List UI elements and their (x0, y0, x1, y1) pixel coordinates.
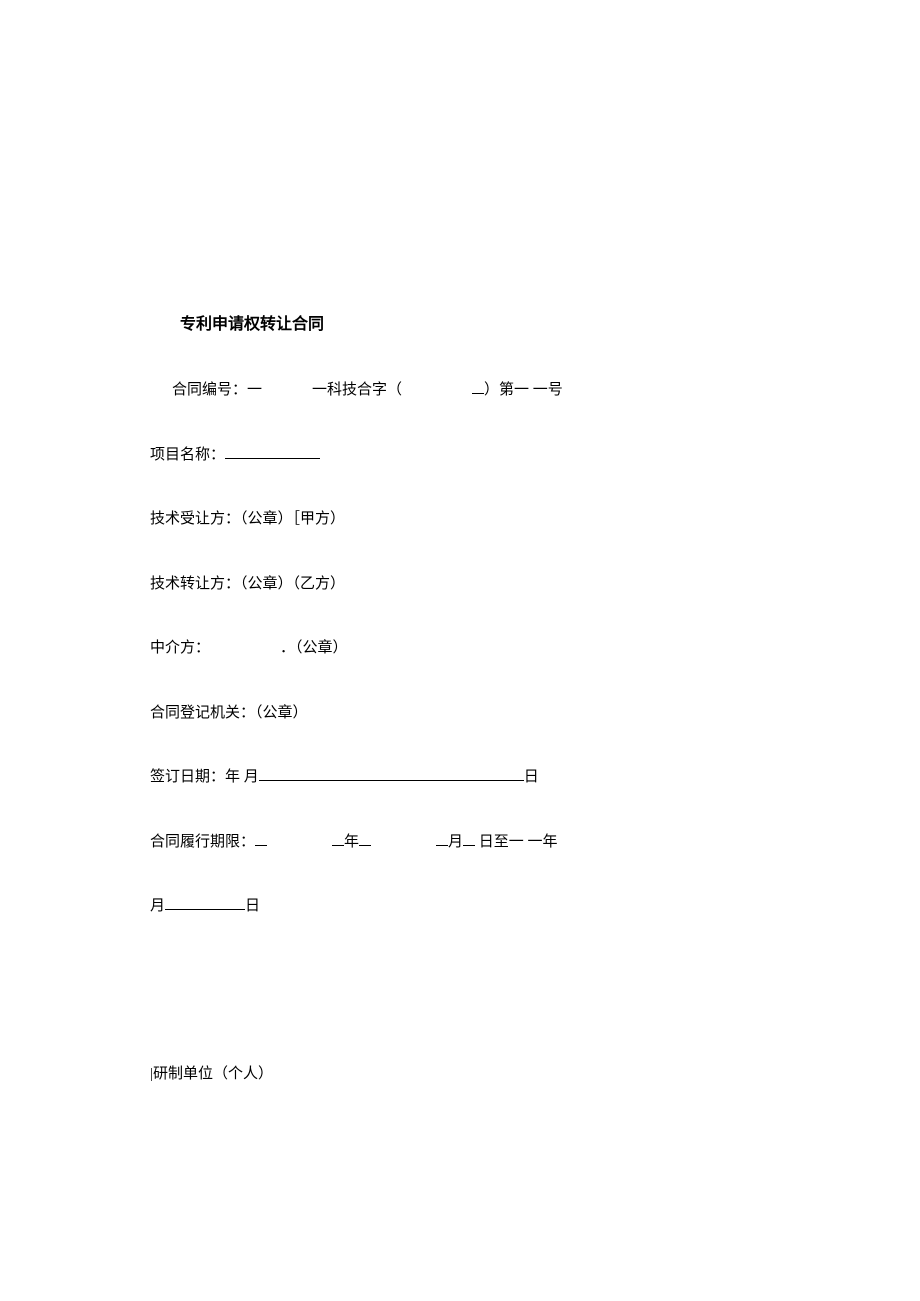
assignor-text: 技术转让方：（公章）（乙方） (150, 576, 345, 592)
footer-text: |研制单位（个人） (150, 1066, 273, 1082)
intermediary-suffix: ．（公章） (280, 640, 348, 656)
registration-text: 合同登记机关：（公章） (150, 705, 308, 721)
contract-no-prefix: 合同编号：一 (172, 382, 262, 398)
term-prefix: 合同履行期限： (150, 834, 255, 850)
term-month: 月 (448, 834, 463, 850)
contract-no-mid: 一科技合字（ (312, 382, 402, 398)
intermediary-prefix: 中介方： (150, 640, 210, 656)
sign-date-suffix: 日 (524, 769, 539, 785)
contract-no-suffix: ）第一 一号 (484, 382, 563, 398)
sign-date-line: 签订日期：年 月 日 (150, 766, 770, 789)
term-year: 年 (344, 834, 359, 850)
assignee-text: 技术受让方：（公章）［甲方） (150, 511, 345, 527)
project-name-label: 项目名称： (150, 447, 225, 463)
assignor-line: 技术转让方：（公章）（乙方） (150, 573, 770, 596)
assignee-line: 技术受让方：（公章）［甲方） (150, 508, 770, 531)
term-line: 合同履行期限： 年 月 日至一 一年 (150, 831, 770, 854)
footer-line: |研制单位（个人） (150, 1063, 770, 1086)
term-suffix: 日至一 一年 (475, 834, 558, 850)
month-char: 月 (150, 898, 165, 914)
intermediary-line: 中介方： ．（公章） (150, 637, 770, 660)
contract-number-line: 合同编号：一 一科技合字（ ）第一 一号 (172, 379, 770, 402)
day-char: 日 (245, 898, 260, 914)
month-day-line: 月日 (150, 895, 770, 918)
project-name-line: 项目名称： (150, 444, 770, 467)
registration-line: 合同登记机关：（公章） (150, 702, 770, 725)
document-title: 专利申请权转让合同 (180, 310, 770, 334)
sign-date-prefix: 签订日期：年 月 (150, 769, 259, 785)
